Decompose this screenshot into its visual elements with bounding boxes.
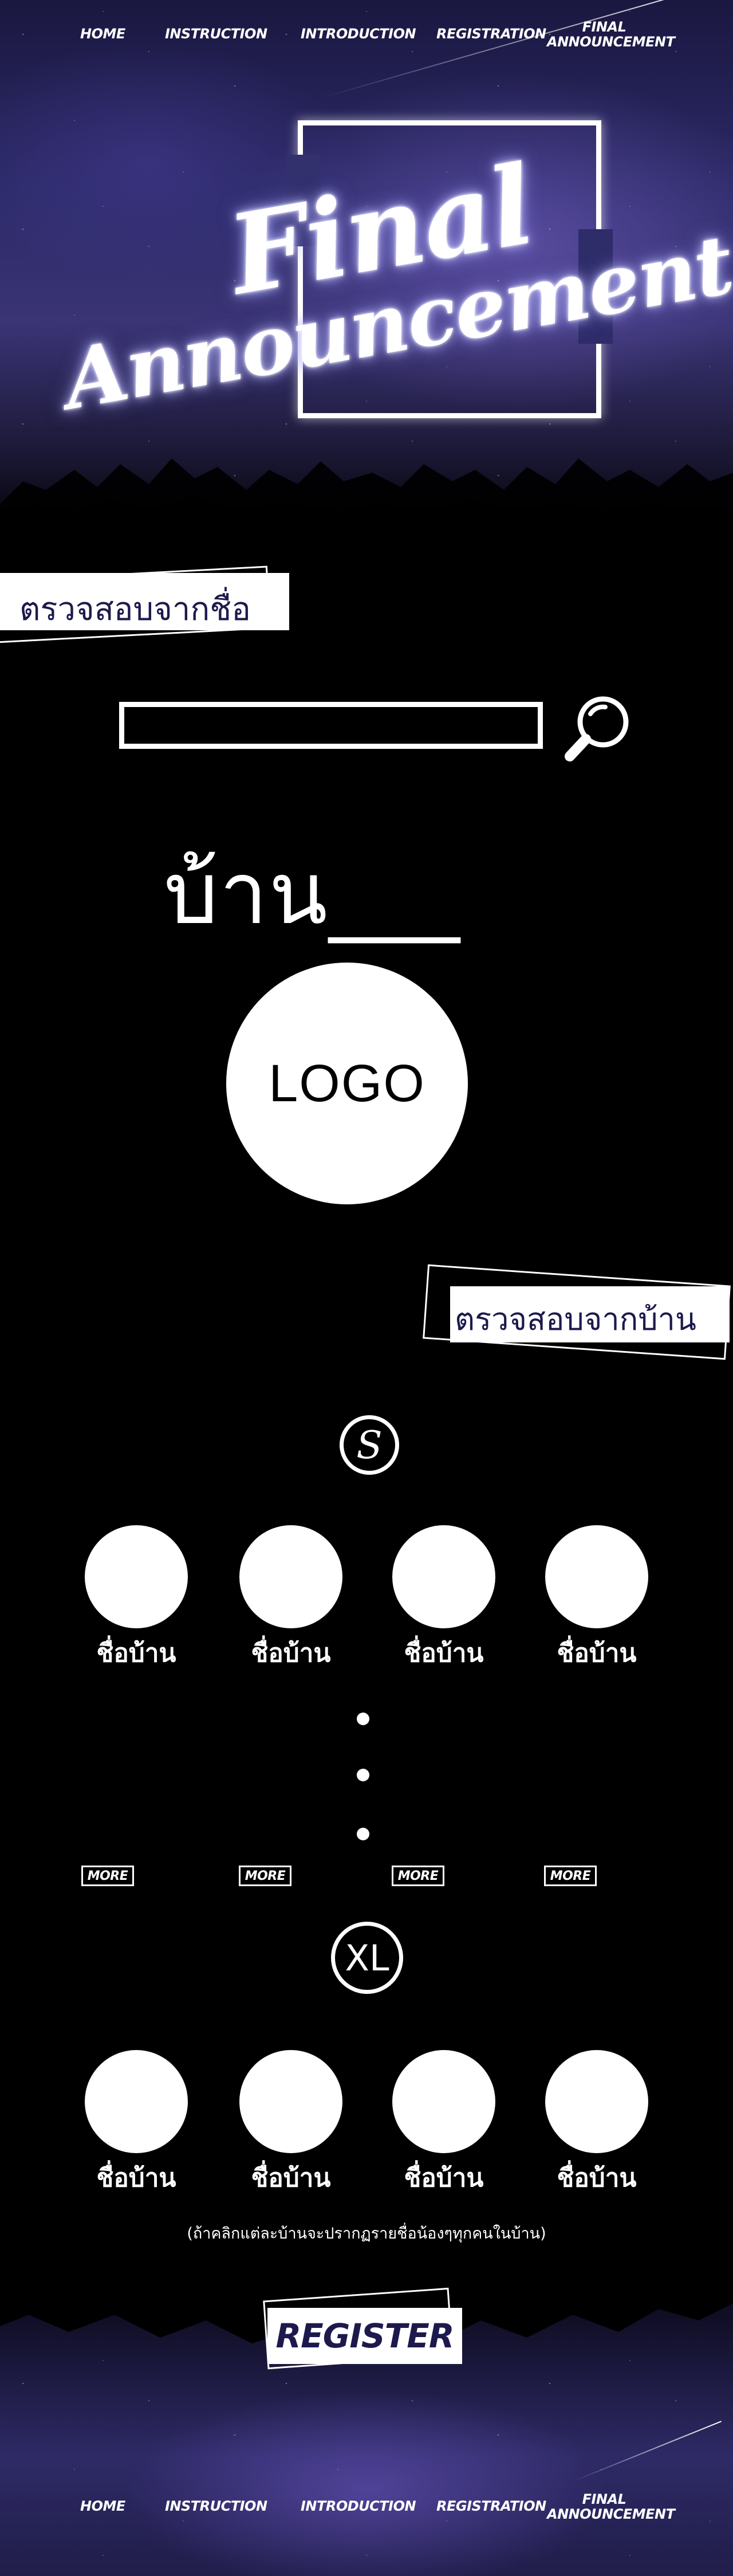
nav-registration[interactable]: REGISTRATION <box>436 26 546 41</box>
ellipsis-dot <box>357 1828 369 1840</box>
bottom-nav: HOME INSTRUCTION INTRODUCTION REGISTRATI… <box>0 2489 733 2553</box>
house-logo-circle[interactable] <box>392 2050 495 2153</box>
nav-final-announcement[interactable]: FINAL ANNOUNCEMENT <box>547 2492 675 2522</box>
register-area: REGISTER <box>261 2287 462 2372</box>
nav-instruction[interactable]: INSTRUCTION <box>165 2499 267 2514</box>
house-logo-circle[interactable] <box>85 2050 188 2153</box>
house-s-2[interactable]: ชื่อบ้าน <box>239 1525 342 1673</box>
nav-registration[interactable]: REGISTRATION <box>436 2499 546 2514</box>
house-name: ชื่อบ้าน <box>557 1639 637 1668</box>
nav-introduction[interactable]: INTRODUCTION <box>301 2499 416 2514</box>
house-name: ชื่อบ้าน <box>251 1639 331 1668</box>
nav-home[interactable]: HOME <box>80 2499 125 2514</box>
house-s-4[interactable]: ชื่อบ้าน <box>545 1525 648 1673</box>
more-button-3[interactable]: MORE <box>392 1866 444 1886</box>
nav-instruction[interactable]: INSTRUCTION <box>165 26 267 41</box>
house-xl-3[interactable]: ชื่อบ้าน <box>392 2050 495 2198</box>
house-name: ชื่อบ้าน <box>96 1639 176 1668</box>
house-name: ชื่อบ้าน <box>251 2163 331 2193</box>
house-logo-circle[interactable] <box>239 2050 342 2153</box>
house-title: บ้าน___ <box>164 844 461 944</box>
house-logo: LOGO <box>226 963 468 1204</box>
nav-home[interactable]: HOME <box>80 26 125 41</box>
house-name: ชื่อบ้าน <box>404 2163 484 2193</box>
house-s-3[interactable]: ชื่อบ้าน <box>392 1525 495 1673</box>
search-by-name-label: ตรวจสอบจากชื่อ <box>19 591 251 628</box>
register-label: REGISTER <box>275 2316 454 2355</box>
house-name: ชื่อบ้าน <box>557 2163 637 2193</box>
house-xl-2[interactable]: ชื่อบ้าน <box>239 2050 342 2198</box>
top-nav: HOME INSTRUCTION INTRODUCTION REGISTRATI… <box>0 17 733 80</box>
ellipsis-dot <box>357 1769 369 1781</box>
house-logo-circle[interactable] <box>239 1525 342 1628</box>
nav-final-announcement[interactable]: FINAL ANNOUNCEMENT <box>547 19 675 49</box>
register-button[interactable]: REGISTER <box>267 2308 462 2364</box>
search-input[interactable] <box>119 702 543 749</box>
house-logo-circle[interactable] <box>545 2050 648 2153</box>
search-by-house-badge: ตรวจสอบจากบ้าน <box>450 1286 730 1342</box>
house-logo-circle[interactable] <box>85 1525 188 1628</box>
house-s-1[interactable]: ชื่อบ้าน <box>85 1525 188 1673</box>
search-by-house-label: ตรวจสอบจากบ้าน <box>455 1301 696 1337</box>
house-click-note: (ถ้าคลิกแต่ละบ้านจะปรากฏรายชื่อน้องๆทุกค… <box>187 2225 546 2243</box>
house-xl-1[interactable]: ชื่อบ้าน <box>85 2050 188 2198</box>
logo-placeholder-text: LOGO <box>269 1054 425 1113</box>
mountain-silhouette <box>0 458 733 539</box>
more-button-2[interactable]: MORE <box>239 1866 291 1886</box>
ellipsis-dot <box>357 1713 369 1725</box>
search-icon[interactable] <box>563 694 632 763</box>
search-by-name-badge: ตรวจสอบจากชื่อ <box>0 573 289 630</box>
more-button-4[interactable]: MORE <box>544 1866 597 1886</box>
size-xl-icon: XL <box>331 1922 403 1994</box>
size-s-icon: S <box>340 1415 399 1475</box>
house-name: ชื่อบ้าน <box>404 1639 484 1668</box>
more-button-1[interactable]: MORE <box>81 1866 134 1886</box>
house-logo-circle[interactable] <box>545 1525 648 1628</box>
house-name: ชื่อบ้าน <box>96 2163 176 2193</box>
house-xl-4[interactable]: ชื่อบ้าน <box>545 2050 648 2198</box>
nav-introduction[interactable]: INTRODUCTION <box>301 26 416 41</box>
house-logo-circle[interactable] <box>392 1525 495 1628</box>
